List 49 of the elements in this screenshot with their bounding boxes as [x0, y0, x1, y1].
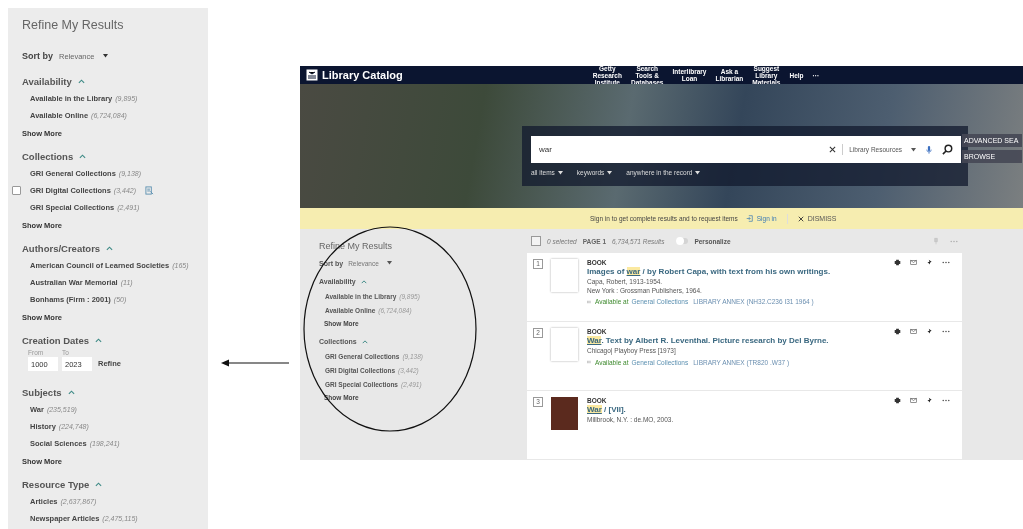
- sort-label: Sort by: [22, 51, 53, 61]
- more-options-icon[interactable]: [942, 261, 950, 264]
- chevron-icon[interactable]: [95, 481, 103, 487]
- section-heading: Creation Dates: [22, 334, 90, 346]
- chevron-icon[interactable]: [77, 78, 85, 84]
- caret-icon[interactable]: [557, 171, 563, 175]
- print-icon[interactable]: [894, 328, 901, 335]
- chevron-icon[interactable]: [106, 245, 114, 251]
- caret-icon[interactable]: [695, 171, 701, 175]
- email-icon[interactable]: [910, 397, 917, 404]
- result-title-link[interactable]: Images of war / by Robert Capa, with text from his own writings.: [587, 267, 888, 276]
- result-title-link[interactable]: War. Text by Albert R. Leventhal. Picture research by Del Byrne.: [587, 336, 888, 345]
- availability-icon: [587, 360, 592, 364]
- section-heading: Subjects: [22, 386, 62, 398]
- pin-icon[interactable]: [926, 397, 933, 404]
- email-icon[interactable]: [910, 328, 917, 335]
- more-options-icon[interactable]: [942, 399, 950, 402]
- chevron-icon[interactable]: [360, 279, 367, 284]
- caret-icon[interactable]: [911, 148, 916, 152]
- microphone-icon[interactable]: [926, 145, 932, 155]
- availability-icon: [587, 299, 592, 304]
- chevron-icon[interactable]: [95, 337, 103, 343]
- pin-icon[interactable]: [926, 328, 933, 335]
- section-heading: Resource Type: [22, 478, 90, 490]
- checkbox[interactable]: [12, 186, 21, 195]
- caret-icon[interactable]: [607, 171, 613, 175]
- panel-title: Refine My Results: [22, 18, 125, 34]
- result-title-link[interactable]: War / [VII].: [587, 405, 888, 414]
- section-heading: Authors/Creators: [22, 242, 101, 254]
- logo-icon: [306, 69, 318, 82]
- caret-icon[interactable]: [386, 261, 392, 265]
- chevron-icon[interactable]: [67, 389, 75, 395]
- chevron-icon[interactable]: [79, 153, 87, 159]
- search-icon[interactable]: [942, 144, 953, 156]
- caret-icon[interactable]: [103, 54, 109, 58]
- personalize-toggle[interactable]: [676, 238, 689, 244]
- close-icon[interactable]: [797, 215, 804, 222]
- print-icon[interactable]: [894, 259, 901, 266]
- print-icon[interactable]: [894, 397, 901, 404]
- more-options-icon[interactable]: [942, 330, 950, 333]
- select-all-checkbox[interactable]: [531, 236, 541, 246]
- arrow: [220, 358, 290, 368]
- site-logo-text[interactable]: Library Catalog: [322, 69, 403, 82]
- section-heading: Collections: [22, 150, 74, 162]
- clear-icon[interactable]: [829, 146, 837, 154]
- email-icon[interactable]: [910, 259, 917, 266]
- chevron-icon[interactable]: [361, 339, 368, 344]
- pin-icon[interactable]: [926, 259, 933, 266]
- section-heading: Availability: [22, 75, 72, 87]
